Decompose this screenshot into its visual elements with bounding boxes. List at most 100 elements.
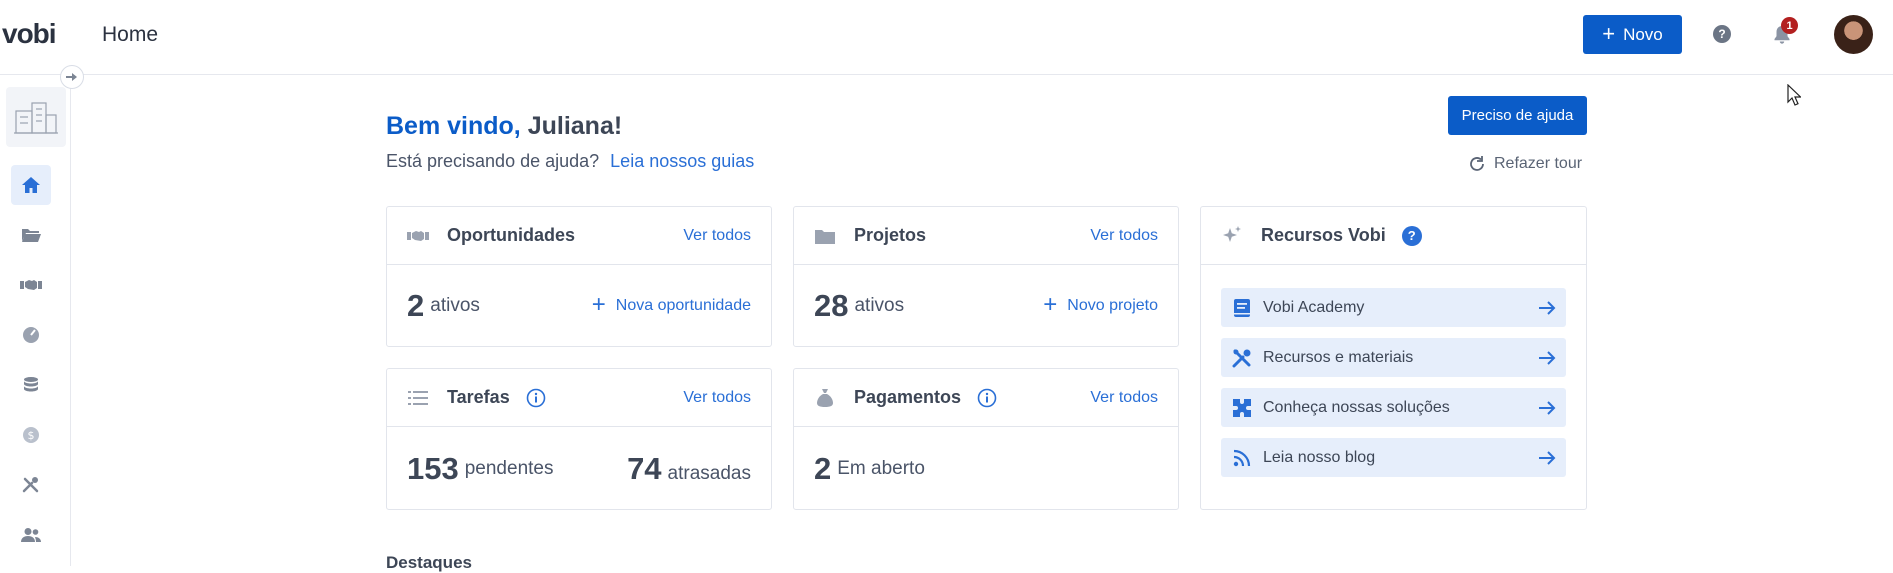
see-all-link[interactable]: Ver todos [1090,389,1158,407]
sidebar-item-tools[interactable] [11,465,51,505]
late-group: 74 atrasadas [627,451,751,487]
card-header: Projetos Ver todos [794,207,1178,265]
opportunities-card: Oportunidades Ver todos 2 ativos + Nova … [386,206,772,347]
plus-icon: + [1602,20,1616,46]
top-bar: vobi Home + Novo ? 1 [0,0,1893,75]
guides-link[interactable]: Leia nossos guias [610,151,754,171]
card-header: Recursos Vobi ? [1201,207,1586,265]
see-all-link[interactable]: Ver todos [1090,227,1158,245]
sidebar: $ [0,75,71,566]
arrow-right-icon [1539,450,1556,465]
info-icon[interactable] [977,388,997,408]
arrow-right-icon [66,73,77,81]
card-header: Oportunidades Ver todos [387,207,771,265]
sidebar-toggle-button[interactable] [60,65,84,89]
redo-tour-link[interactable]: Refazer tour [1468,155,1582,173]
resource-label: Leia nosso blog [1263,448,1376,466]
resources-card: Recursos Vobi ? Vobi Academy Recursos e … [1200,206,1587,510]
notification-badge: 1 [1781,17,1798,34]
tools-icon [1231,347,1253,369]
resource-label: Recursos e materiais [1263,348,1414,366]
highlights-heading: Destaques [386,553,472,572]
new-opportunity-button[interactable]: + Nova oportunidade [591,290,751,318]
tools-icon [22,477,39,493]
sparkles-icon [1221,225,1243,247]
active-count: 28 [814,288,849,323]
pending-count: 153 [407,450,459,486]
redo-tour-label: Refazer tour [1494,155,1583,172]
card-body: 28 ativos + Novo projeto [794,266,1178,346]
welcome-prefix: Bem vindo, [386,112,521,140]
mouse-cursor-icon [1787,84,1801,106]
database-icon [24,377,38,392]
refresh-icon [1470,156,1484,171]
late-unit: atrasadas [667,462,751,484]
plus-icon: + [1043,290,1058,318]
payments-card: Pagamentos Ver todos 2 Em aberto [793,368,1179,510]
card-body: 153 pendentes 74 atrasadas [387,428,771,509]
handshake-icon [407,225,429,247]
new-button[interactable]: + Novo [1583,15,1682,54]
sidebar-item-home[interactable] [11,165,51,205]
card-header: Pagamentos Ver todos [794,369,1178,427]
card-title: Oportunidades [447,225,576,245]
help-line: Está precisando de ajuda? Leia nossos gu… [386,151,754,172]
arrow-right-icon [1539,400,1556,415]
see-all-link[interactable]: Ver todos [683,227,751,245]
active-unit: ativos [430,295,480,316]
card-body: 2 Em aberto [794,428,1178,509]
sidebar-item-users[interactable] [11,515,51,555]
user-avatar[interactable] [1834,15,1873,54]
resources-list: Vobi Academy Recursos e materiais Conheç… [1221,288,1566,488]
card-title: Recursos Vobi [1261,225,1386,245]
see-all-link[interactable]: Ver todos [683,389,751,407]
list-icon [407,387,429,409]
resource-item-solutions[interactable]: Conheça nossas soluções [1221,388,1566,427]
help-icon[interactable]: ? [1713,25,1731,43]
projects-card: Projetos Ver todos 28 ativos + Novo proj… [793,206,1179,347]
sidebar-item-projects[interactable] [11,215,51,255]
company-logo[interactable] [6,87,66,147]
card-header: Tarefas Ver todos [387,369,771,427]
sidebar-item-finance[interactable] [11,365,51,405]
active-unit: ativos [854,295,905,316]
info-icon[interactable] [526,388,546,408]
welcome-heading: Bem vindo, Juliana! [386,112,622,141]
help-button[interactable]: Preciso de ajuda [1448,96,1587,135]
vobi-logo[interactable]: vobi [2,18,57,50]
money-bag-icon [814,387,836,409]
sidebar-item-payments[interactable]: $ [11,415,51,455]
card-title: Pagamentos [854,387,962,407]
help-icon[interactable]: ? [1401,225,1422,246]
handshake-icon [20,280,42,290]
folder-icon [814,225,836,247]
resource-label: Vobi Academy [1263,298,1365,316]
new-button-label: Novo [1623,24,1663,44]
resource-item-materials[interactable]: Recursos e materiais [1221,338,1566,377]
tasks-card: Tarefas Ver todos 153 pendentes 74 atras… [386,368,772,510]
home-icon [22,177,40,193]
resource-item-academy[interactable]: Vobi Academy [1221,288,1566,327]
puzzle-icon [1231,397,1253,419]
sidebar-item-dashboard[interactable] [11,315,51,355]
dollar-icon: $ [23,427,39,443]
plus-icon: + [591,290,606,318]
page-title: Home [102,23,159,46]
svg-text:$: $ [28,429,35,442]
new-project-label: Novo projeto [1067,297,1158,314]
folder-icon [22,229,41,242]
resource-item-blog[interactable]: Leia nosso blog [1221,438,1566,477]
new-project-button[interactable]: + Novo projeto [1043,290,1158,318]
new-opportunity-label: Nova oportunidade [615,297,751,314]
card-title: Projetos [854,225,927,245]
arrow-right-icon [1539,350,1556,365]
sidebar-item-opportunities[interactable] [11,265,51,305]
welcome-name: Juliana! [527,112,623,140]
late-count: 74 [627,450,662,486]
arrow-right-icon [1539,300,1556,315]
rss-icon [1231,447,1253,469]
card-body: 2 ativos + Nova oportunidade [387,266,771,346]
card-title: Tarefas [447,387,510,407]
pending-unit: pendentes [464,457,554,479]
open-unit: Em aberto [837,457,925,479]
